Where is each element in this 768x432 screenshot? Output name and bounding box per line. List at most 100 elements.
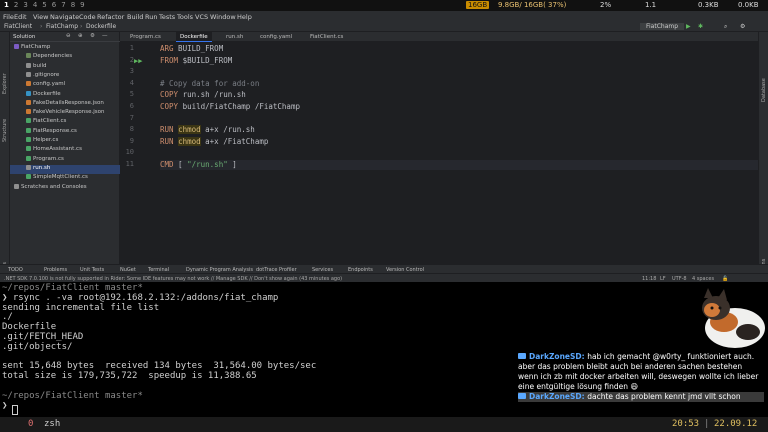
menu-build[interactable]: Build (127, 13, 143, 21)
tree-item[interactable]: Dependencies (10, 53, 120, 62)
tree-item[interactable]: FiatResponse.cs (10, 127, 120, 137)
menu-tools[interactable]: Tools (177, 13, 193, 21)
tree-item[interactable]: Program.cs (10, 155, 120, 165)
tree-item[interactable]: HomeAssistant.cs (10, 146, 120, 155)
code-line: RUN chmod a+x /run.sh (160, 125, 255, 135)
breadcrumb-folder[interactable]: FiatChamp (46, 23, 78, 30)
code-token: ARG (160, 44, 174, 53)
settings-icon[interactable]: ⚙ (90, 33, 95, 39)
line-number: 5 (129, 90, 134, 99)
workspace-1[interactable]: 1 (4, 1, 9, 9)
tree-item[interactable]: FakeVehicleResponse.json (10, 109, 120, 118)
tree-item[interactable]: build (10, 62, 120, 72)
tree-item[interactable]: run.sh (10, 164, 120, 174)
tree-item-label: .gitignore (33, 71, 60, 78)
terminal-line: ./ (2, 312, 13, 323)
workspace-5[interactable]: 5 (42, 1, 46, 9)
collapse-icon[interactable]: ⊖ (66, 33, 71, 39)
file-icon (26, 99, 31, 105)
tmux-window-name[interactable]: zsh (44, 419, 60, 429)
terminal-line: ❯ (2, 400, 8, 411)
run-gutter-icon[interactable]: ▶▶ (134, 57, 142, 65)
explorer-tab[interactable]: Explorer (2, 73, 8, 94)
workspace-list[interactable]: 123456789 (4, 1, 90, 9)
tab-dockerfile[interactable]: Dockerfile (176, 32, 212, 42)
menu-file[interactable]: File (3, 13, 14, 21)
chat-text: dachte das problem kennt jmd vllt schon (587, 392, 741, 401)
tree-item[interactable]: FiatChamp (10, 44, 120, 53)
tree-item-label: Helper.cs (33, 137, 59, 143)
chat-message: DarkZoneSD: dachte das problem kennt jmd… (518, 392, 764, 402)
menu-view[interactable]: View (33, 13, 48, 21)
code-editor[interactable]: ARG BUILD_FROM FROM $BUILD_FROM # Copy dat… (160, 42, 758, 264)
tree-item[interactable]: SimpleMqttClient.cs (10, 174, 120, 183)
tree-item[interactable]: FakeDetailsResponse.json (10, 99, 120, 109)
menu-refactor[interactable]: Refactor (97, 13, 124, 21)
workspace-8[interactable]: 8 (71, 1, 75, 9)
structure-tab[interactable]: Structure (2, 119, 8, 142)
tab-fiatclient-cs[interactable]: FiatClient.cs (306, 32, 347, 42)
file-icon (26, 90, 31, 96)
menu-edit[interactable]: Edit (14, 13, 27, 21)
breadcrumb-project[interactable]: FiatClient (4, 23, 32, 30)
terminal-line: total size is 179,735,722 speedup is 11,… (2, 371, 257, 382)
workspace-2[interactable]: 2 (14, 1, 18, 9)
code-token: a+x /FiatChamp (200, 136, 269, 146)
line-number: 6 (129, 102, 134, 110)
tab-run-sh[interactable]: run.sh (222, 32, 247, 42)
database-tab[interactable]: Database (761, 78, 767, 102)
hide-icon[interactable]: — (102, 33, 108, 39)
settings-icon[interactable]: ⚙ (740, 23, 745, 30)
workspace-9[interactable]: 9 (80, 1, 84, 9)
file-icon (26, 62, 31, 68)
tool-window-bar: TODO Problems Unit Tests NuGet Terminal Dynam… (0, 264, 768, 273)
tree-item[interactable]: Helper.cs (10, 137, 120, 146)
workspace-4[interactable]: 4 (33, 1, 37, 9)
code-line: COPY run.sh /run.sh (160, 90, 246, 99)
code-line: RUN chmod a+x /FiatChamp (160, 136, 269, 146)
run-config-select[interactable]: FiatChamp (640, 23, 685, 30)
run-icon[interactable]: ▶ (686, 23, 691, 30)
debug-icon[interactable]: ✱ (698, 23, 703, 30)
file-icon (26, 137, 31, 142)
code-token: COPY (160, 102, 179, 111)
menu-help[interactable]: Help (237, 13, 252, 21)
menu-tests[interactable]: Tests (159, 13, 175, 21)
tree-item[interactable]: Scratches and Consoles (10, 183, 120, 193)
line-number: 4 (129, 78, 134, 87)
tree-item[interactable]: config.yaml (10, 81, 120, 90)
file-icon (26, 109, 31, 115)
memory-usage: 9.8GB/ 16GB( 37%) (498, 1, 567, 9)
tree-item[interactable]: FiatClient.cs (10, 118, 120, 127)
workspace-7[interactable]: 7 (61, 1, 65, 9)
search-icon[interactable]: ⌕ (724, 23, 727, 31)
workspace-6[interactable]: 6 (52, 1, 56, 9)
tree-item[interactable]: .gitignore (10, 71, 120, 81)
tab-config-yaml[interactable]: config.yaml (256, 32, 296, 42)
tree-item[interactable]: Dockerfile (10, 90, 120, 100)
file-icon (26, 146, 31, 152)
terminal-cursor (12, 405, 18, 415)
tree-item-label: Dockerfile (33, 90, 61, 97)
solution-title[interactable]: Solution (13, 34, 35, 40)
chat-username: DarkZoneSD: (529, 352, 588, 361)
menu-run[interactable]: Run (145, 13, 157, 21)
expand-icon[interactable]: ⊕ (78, 33, 83, 39)
tree-item-label: FakeDetailsResponse.json (33, 99, 104, 106)
breadcrumb-file[interactable]: Dockerfile (86, 23, 116, 30)
menu-navigate[interactable]: Navigate (50, 13, 79, 21)
menu-window[interactable]: Window (210, 13, 236, 21)
code-token: CMD (160, 160, 174, 169)
menu-code[interactable]: Code (79, 13, 96, 21)
tmux-time: 20:53 (672, 419, 700, 429)
workspace-3[interactable]: 3 (23, 1, 27, 9)
code-line: # Copy data for add-on (160, 79, 259, 88)
menu-vcs[interactable]: VCS (195, 13, 208, 21)
tab-program-cs[interactable]: Program.cs (126, 32, 165, 42)
net-down: 0.0KB (738, 1, 759, 9)
code-line: COPY build/FiatChamp /FiatChamp (160, 102, 300, 111)
tmux-window-index[interactable]: 0 (28, 419, 33, 429)
webcam-cat-overlay (702, 288, 765, 348)
code-token: RUN (160, 136, 174, 146)
tmux-separator: | (704, 419, 710, 429)
